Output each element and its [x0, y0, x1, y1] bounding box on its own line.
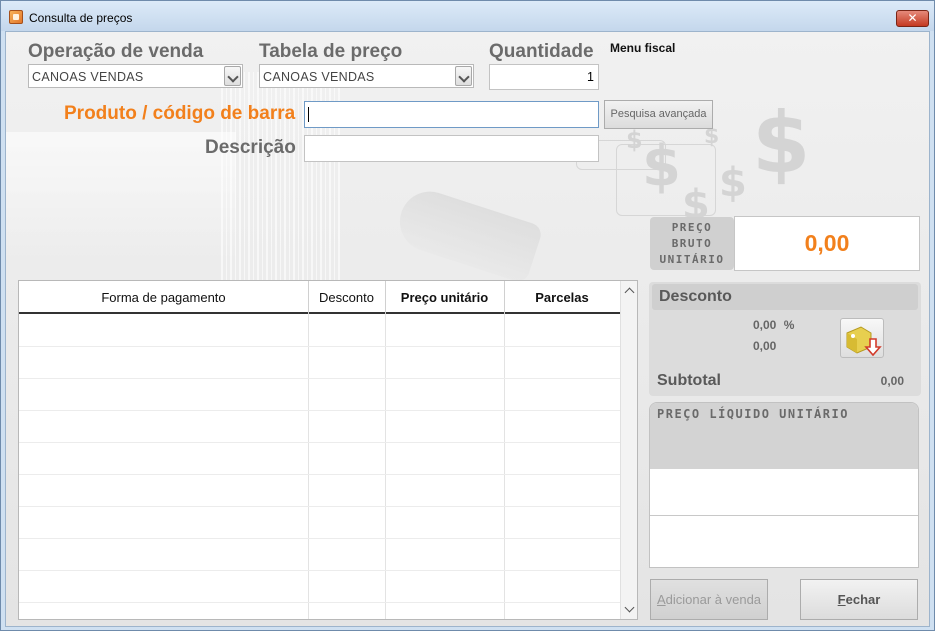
grid-header: Forma de pagamento Desconto Preço unitár… — [19, 281, 620, 314]
discount-tag-icon[interactable] — [840, 318, 884, 358]
operacao-label: Operação de venda — [28, 41, 204, 62]
desconto-value: 0,00 — [753, 339, 777, 353]
consulta-precos-window: Consulta de preços ✕ $ $ $ $ $ $ Operaçã… — [0, 0, 935, 631]
column-header-preco-unitario[interactable]: Preço unitário — [385, 281, 504, 314]
operacao-select[interactable]: CANOAS VENDAS — [28, 64, 243, 88]
desconto-percent: 0,00 % — [753, 318, 794, 332]
close-button[interactable]: ✕ — [896, 10, 929, 27]
grid-row-line — [19, 538, 620, 539]
column-header-desconto[interactable]: Desconto — [308, 281, 385, 314]
tabela-value: CANOAS VENDAS — [263, 70, 375, 84]
column-header-parcelas[interactable]: Parcelas — [504, 281, 620, 314]
dollar-watermark: $ — [642, 134, 681, 199]
menu-fiscal-link[interactable]: Menu fiscal — [610, 41, 675, 55]
header-divider — [385, 281, 386, 314]
grid-vertical-scrollbar[interactable] — [620, 281, 637, 619]
header-divider — [308, 281, 309, 314]
preco-bruto-label-line3: unitário — [659, 253, 725, 266]
desconto-title: Desconto — [652, 284, 918, 310]
grid-row-line — [19, 378, 620, 379]
window-title: Consulta de preços — [29, 11, 133, 25]
preco-liquido-panel: Preço líquido unitário — [649, 402, 919, 568]
header-divider — [504, 281, 505, 314]
desconto-percent-unit: % — [783, 318, 795, 332]
grid-row-line — [19, 602, 620, 603]
barcode-scanner-watermark — [392, 183, 544, 285]
dollar-watermark: $ — [719, 160, 747, 206]
column-header-forma-pagamento[interactable]: Forma de pagamento — [19, 281, 308, 314]
scroll-down-icon[interactable] — [624, 602, 635, 613]
preco-bruto-label-line1: Preço — [671, 221, 713, 234]
produto-input[interactable] — [304, 101, 599, 128]
preco-bruto-label-line2: bruto — [671, 237, 713, 250]
preco-liquido-label: Preço líquido unitário — [650, 403, 918, 469]
client-area: $ $ $ $ $ $ Operação de venda CANOAS VEN… — [5, 31, 930, 627]
grid-row-line — [19, 474, 620, 475]
grid-row-line — [19, 410, 620, 411]
app-icon — [9, 10, 23, 24]
operacao-value: CANOAS VENDAS — [32, 70, 144, 84]
preco-bruto-label: Preço bruto unitário — [650, 217, 734, 270]
descricao-input[interactable] — [304, 135, 599, 162]
grid-row-line — [19, 442, 620, 443]
background-gradient — [6, 132, 236, 262]
text-caret — [308, 107, 309, 122]
desconto-percent-value: 0,00 — [753, 318, 777, 332]
tabela-select[interactable]: CANOAS VENDAS — [259, 64, 474, 88]
chevron-down-icon[interactable] — [224, 66, 241, 86]
subtotal-label: Subtotal — [657, 372, 721, 389]
fechar-button[interactable]: Fechar — [800, 579, 918, 620]
produto-label: Produto / código de barra — [64, 103, 296, 124]
adicionar-venda-button[interactable]: Adicionar à venda — [650, 579, 768, 620]
scroll-up-icon[interactable] — [624, 287, 635, 298]
grid-row-line — [19, 570, 620, 571]
payment-grid[interactable]: Forma de pagamento Desconto Preço unitár… — [18, 280, 638, 620]
quantidade-input[interactable]: 1 — [489, 64, 599, 90]
tabela-label: Tabela de preço — [259, 41, 403, 62]
preco-bruto-value: 0,00 — [734, 216, 920, 271]
dollar-watermark: $ — [626, 126, 643, 154]
descricao-label: Descrição — [205, 137, 296, 158]
quantidade-label: Quantidade — [489, 41, 594, 62]
desconto-panel: Desconto 0,00 % 0,00 Subtotal 0,00 — [649, 282, 921, 396]
grid-row-line — [19, 506, 620, 507]
dollar-watermark: $ — [752, 94, 811, 192]
pesquisa-avancada-button[interactable]: Pesquisa avançada — [604, 100, 713, 129]
quantidade-value: 1 — [587, 70, 594, 84]
grid-row-line — [19, 346, 620, 347]
subtotal-value: 0,00 — [880, 374, 904, 388]
title-bar: Consulta de preços ✕ — [1, 1, 934, 31]
chevron-down-icon[interactable] — [455, 66, 472, 86]
preco-liquido-divider — [650, 515, 918, 516]
